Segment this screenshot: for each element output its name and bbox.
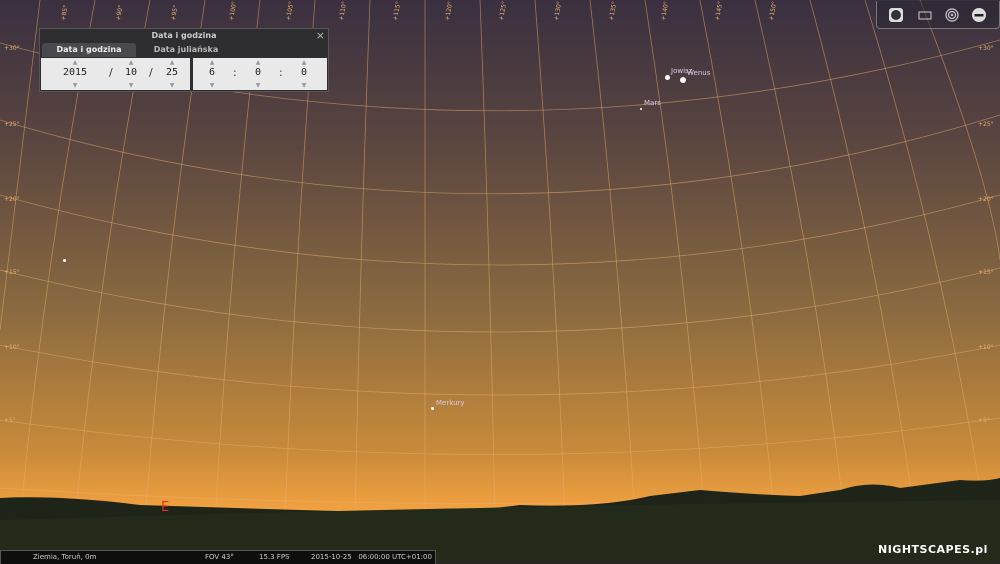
planet-icon[interactable]: [888, 7, 904, 23]
status-bar: Ziemia, Toruń, 0m FOV 43° 15.3 FPS 2015-…: [0, 550, 436, 564]
day-down-icon[interactable]: ▼: [158, 82, 186, 89]
time-separator: :: [233, 66, 237, 79]
hour-up-icon[interactable]: ▲: [198, 59, 226, 66]
alt-label: +20°: [4, 196, 20, 203]
alt-label: +10°: [4, 344, 20, 351]
dialog-title: Data i godzina: [151, 31, 217, 40]
star-dot: [63, 259, 66, 262]
year-up-icon[interactable]: ▲: [61, 59, 89, 66]
mercury-dot[interactable]: [431, 407, 434, 410]
status-fov: FOV 43°: [205, 553, 234, 561]
hour-field[interactable]: 6: [198, 67, 226, 78]
month-up-icon[interactable]: ▲: [117, 59, 145, 66]
close-icon[interactable]: ×: [316, 29, 325, 42]
minute-down-icon[interactable]: ▼: [244, 82, 272, 89]
date-panel: ▲ 2015 ▼ / ▲ 10 ▼ / ▲ 25 ▼: [41, 58, 190, 90]
jupiter-dot[interactable]: [665, 75, 670, 80]
day-up-icon[interactable]: ▲: [158, 59, 186, 66]
time-panel: ▲ 6 ▼ : ▲ 0 ▼ : ▲ 0 ▼: [193, 58, 327, 90]
second-field[interactable]: 0: [290, 67, 318, 78]
alt-label: +25°: [4, 121, 20, 128]
status-location: Ziemia, Toruń, 0m: [33, 553, 97, 561]
alt-label: +30°: [978, 45, 994, 52]
mars-dot[interactable]: [640, 108, 642, 110]
year-field[interactable]: 2015: [61, 67, 89, 78]
tab-julian-date[interactable]: Data juliańska: [146, 43, 226, 57]
date-separator: /: [109, 66, 113, 79]
minus-circle-icon[interactable]: [971, 7, 987, 23]
date-time-dialog[interactable]: Data i godzina × Data i godzina Data jul…: [39, 28, 329, 92]
view-toolbar: [876, 1, 1000, 29]
alt-label: +20°: [978, 196, 994, 203]
cardinal-east: E: [161, 500, 170, 515]
planet-label-mars: Mars: [644, 99, 661, 107]
minute-field[interactable]: 0: [244, 67, 272, 78]
alt-label: +30°: [4, 45, 20, 52]
planet-label-mercury: Merkury: [436, 399, 465, 407]
alt-label: +15°: [4, 269, 20, 276]
date-separator: /: [149, 66, 153, 79]
day-field[interactable]: 25: [158, 67, 186, 78]
alt-label: +10°: [978, 344, 994, 351]
planet-label-venus: Wenus: [687, 69, 711, 77]
minute-up-icon[interactable]: ▲: [244, 59, 272, 66]
alt-label: +5°: [4, 417, 16, 424]
hour-down-icon[interactable]: ▼: [198, 82, 226, 89]
target-icon[interactable]: [944, 7, 960, 23]
venus-dot[interactable]: [680, 77, 686, 83]
time-separator: :: [279, 66, 283, 79]
second-up-icon[interactable]: ▲: [290, 59, 318, 66]
display-icon[interactable]: [917, 7, 933, 23]
month-field[interactable]: 10: [117, 67, 145, 78]
alt-label: +5°: [978, 417, 990, 424]
year-down-icon[interactable]: ▼: [61, 82, 89, 89]
alt-label: +15°: [978, 269, 994, 276]
watermark: NIGHTSCAPES.pl: [878, 543, 988, 556]
tab-date-time[interactable]: Data i godzina: [42, 43, 136, 57]
alt-label: +25°: [978, 121, 994, 128]
status-datetime: 2015-10-25 06:00:00 UTC+01:00: [311, 553, 432, 561]
month-down-icon[interactable]: ▼: [117, 82, 145, 89]
second-down-icon[interactable]: ▼: [290, 82, 318, 89]
status-fps: 15.3 FPS: [259, 553, 290, 561]
